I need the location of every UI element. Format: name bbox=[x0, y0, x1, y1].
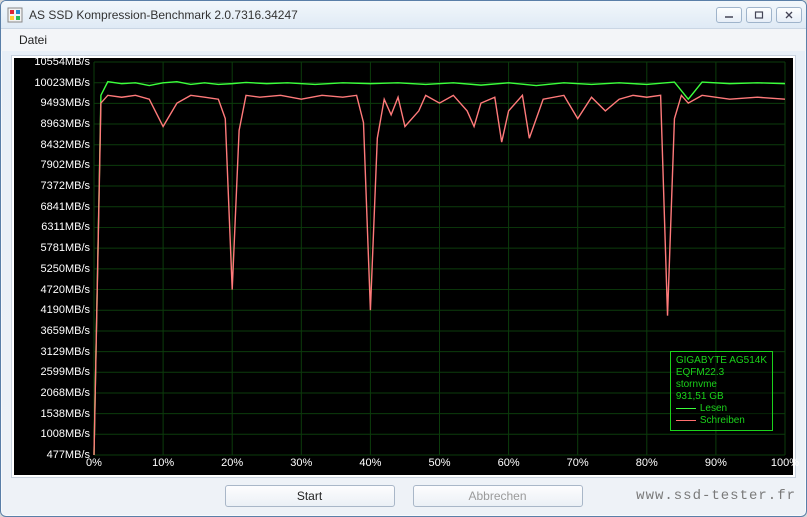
y-tick-label: 4190MB/s bbox=[40, 304, 90, 316]
y-tick-label: 1538MB/s bbox=[40, 408, 90, 420]
y-tick-label: 6841MB/s bbox=[40, 201, 90, 213]
x-tick-label: 10% bbox=[152, 457, 174, 469]
x-tick-label: 30% bbox=[290, 457, 312, 469]
y-tick-label: 8432MB/s bbox=[40, 139, 90, 151]
y-tick-label: 6311MB/s bbox=[41, 221, 90, 233]
legend-write: Schreiben bbox=[700, 415, 745, 426]
close-button[interactable] bbox=[776, 7, 802, 23]
x-tick-label: 80% bbox=[636, 457, 658, 469]
watermark: www.ssd-tester.fr bbox=[636, 488, 796, 504]
device-line2: EQFM22.3 bbox=[676, 367, 767, 379]
y-tick-label: 9493MB/s bbox=[40, 97, 90, 109]
x-tick-label: 40% bbox=[359, 457, 381, 469]
menubar: Datei bbox=[1, 29, 806, 51]
y-tick-label: 8963MB/s bbox=[40, 118, 90, 130]
y-tick-label: 10023MB/s bbox=[34, 77, 90, 89]
chart-panel: 10554MB/s 10023MB/s 9493MB/s 8963MB/s 8432MB… bbox=[11, 55, 796, 478]
y-tick-label: 2599MB/s bbox=[40, 366, 90, 378]
app-icon bbox=[7, 7, 23, 23]
y-tick-label: 3129MB/s bbox=[40, 346, 90, 358]
app-window: AS SSD Kompression-Benchmark 2.0.7316.34… bbox=[0, 0, 807, 517]
menu-datei[interactable]: Datei bbox=[11, 31, 55, 49]
device-line1: GIGABYTE AG514K bbox=[676, 355, 767, 367]
y-tick-label: 7372MB/s bbox=[40, 180, 90, 192]
start-button[interactable]: Start bbox=[225, 485, 395, 507]
window-title: AS SSD Kompression-Benchmark 2.0.7316.34… bbox=[29, 8, 716, 22]
swatch-write bbox=[676, 420, 696, 421]
chart-area: 10554MB/s 10023MB/s 9493MB/s 8963MB/s 8432MB… bbox=[14, 58, 793, 475]
plot-region: GIGABYTE AG514K EQFM22.3 stornvme 931,51… bbox=[94, 62, 785, 455]
legend-box: GIGABYTE AG514K EQFM22.3 stornvme 931,51… bbox=[670, 351, 773, 431]
y-tick-label: 7902MB/s bbox=[40, 159, 90, 171]
legend-read: Lesen bbox=[700, 403, 727, 414]
x-axis-labels: 0%10%20%30%40%50%60%70%80%90%100% bbox=[94, 457, 785, 473]
x-tick-label: 90% bbox=[705, 457, 727, 469]
titlebar[interactable]: AS SSD Kompression-Benchmark 2.0.7316.34… bbox=[1, 1, 806, 29]
maximize-button[interactable] bbox=[746, 7, 772, 23]
window-controls bbox=[716, 7, 802, 23]
device-line3: stornvme bbox=[676, 379, 767, 391]
y-tick-label: 5781MB/s bbox=[40, 242, 90, 254]
y-axis-labels: 10554MB/s10023MB/s9493MB/s8963MB/s8432MB… bbox=[14, 62, 92, 455]
y-tick-label: 5250MB/s bbox=[40, 263, 90, 275]
y-tick-label: 1008MB/s bbox=[40, 428, 90, 440]
y-tick-label: 4720MB/s bbox=[40, 284, 90, 296]
x-tick-label: 20% bbox=[221, 457, 243, 469]
y-tick-label: 3659MB/s bbox=[40, 325, 90, 337]
cancel-button[interactable]: Abbrechen bbox=[413, 485, 583, 507]
x-tick-label: 0% bbox=[86, 457, 102, 469]
swatch-read bbox=[676, 408, 696, 409]
x-tick-label: 70% bbox=[567, 457, 589, 469]
x-tick-label: 50% bbox=[428, 457, 450, 469]
minimize-button[interactable] bbox=[716, 7, 742, 23]
y-tick-label: 477MB/s bbox=[47, 449, 90, 461]
y-tick-label: 10554MB/s bbox=[34, 56, 90, 68]
x-tick-label: 100% bbox=[771, 457, 799, 469]
y-tick-label: 2068MB/s bbox=[40, 387, 90, 399]
x-tick-label: 60% bbox=[498, 457, 520, 469]
device-line4: 931,51 GB bbox=[676, 391, 767, 403]
